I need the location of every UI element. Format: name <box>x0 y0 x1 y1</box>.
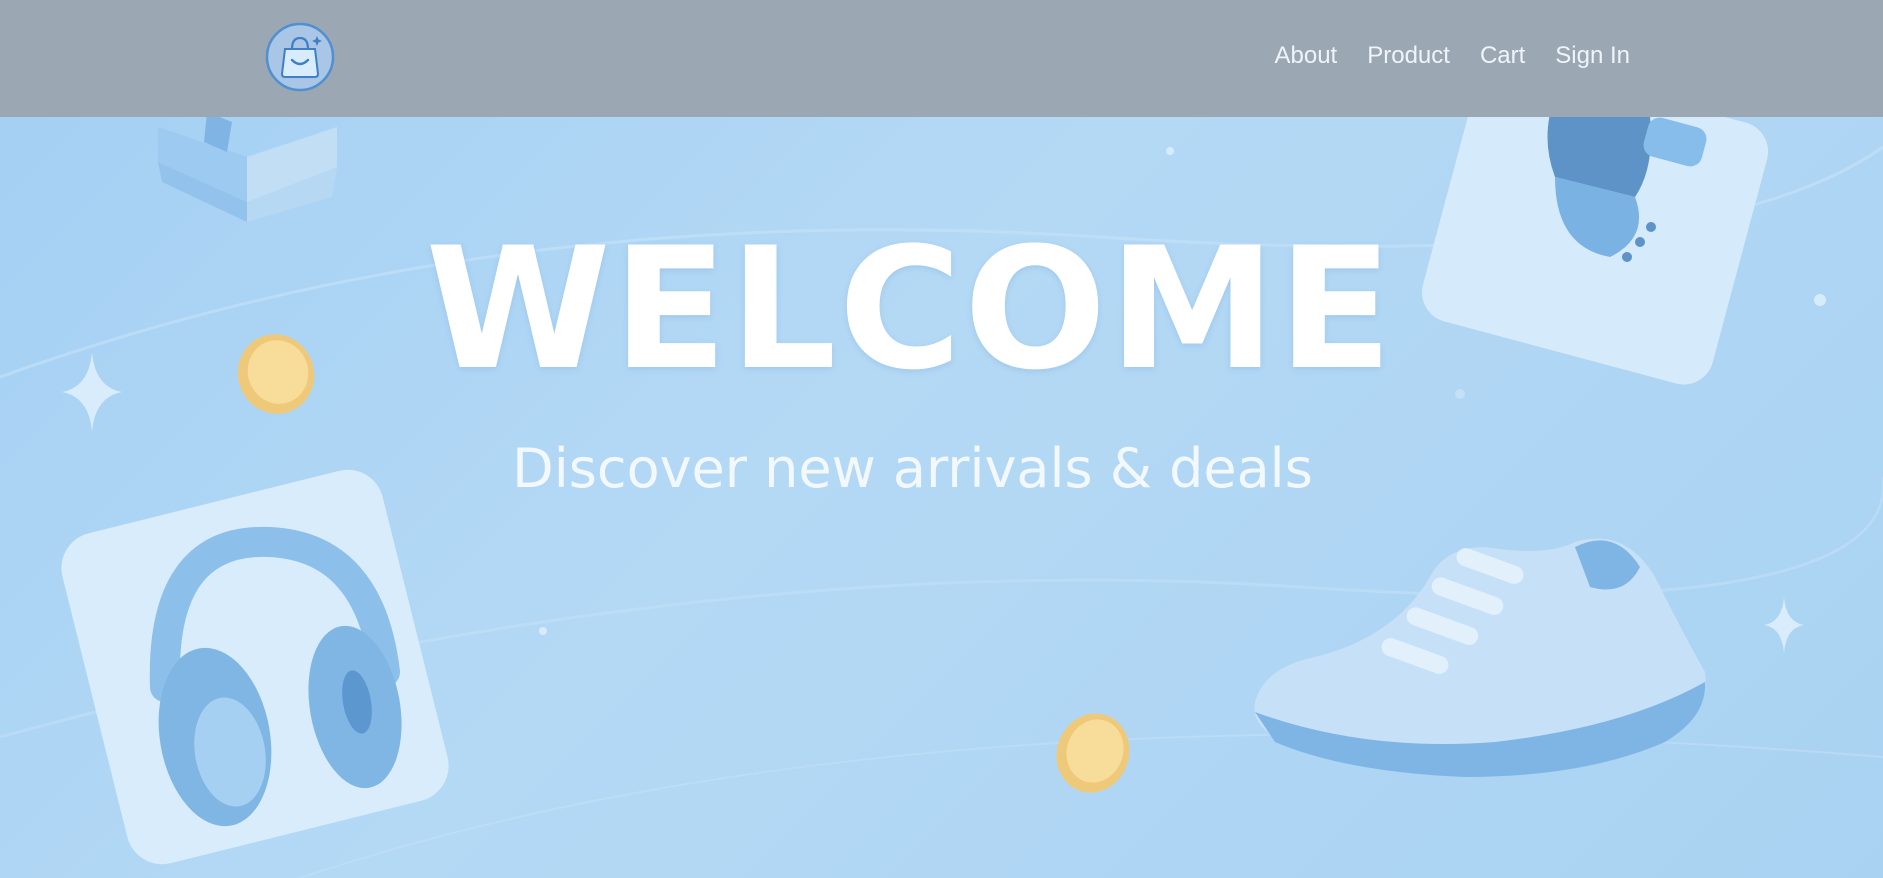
nav-link-sign-in[interactable]: Sign In <box>1555 42 1630 70</box>
headphones-icon <box>61 469 449 865</box>
hero-banner: WELCOME Discover new arrivals & deals <box>0 117 1883 878</box>
box-icon <box>158 117 337 222</box>
nav-links: About Product Cart Sign In <box>1275 42 1631 70</box>
sneaker-icon <box>1254 538 1706 777</box>
nav-link-about[interactable]: About <box>1275 42 1338 70</box>
nav-link-cart[interactable]: Cart <box>1480 42 1525 70</box>
coin-icon <box>1056 713 1130 793</box>
hero-subtitle: Discover new arrivals & deals <box>512 437 1313 500</box>
navbar: About Product Cart Sign In <box>0 0 1883 117</box>
sparkle-icon <box>1764 597 1804 653</box>
hero-title: WELCOME <box>425 211 1395 407</box>
nav-link-product[interactable]: Product <box>1367 42 1450 70</box>
shopping-bag-icon[interactable] <box>265 22 335 92</box>
